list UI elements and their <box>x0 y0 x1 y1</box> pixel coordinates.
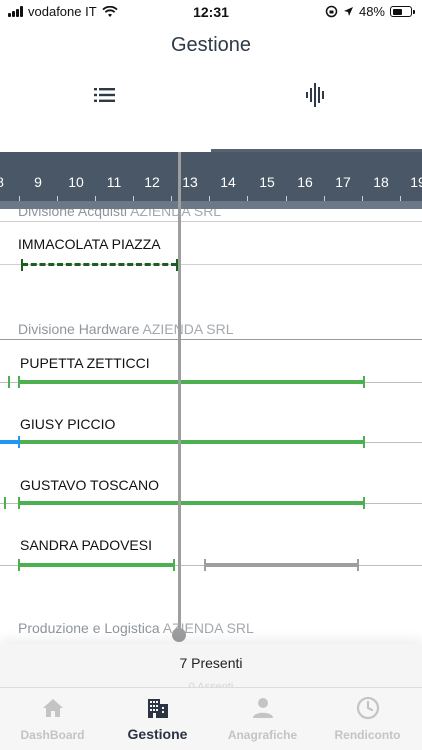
tab-rendiconto[interactable]: Rendiconto <box>315 696 420 742</box>
shift-end-marker <box>173 559 175 571</box>
tab-bar: DashBoard Gestione Anagrafiche Rendicont… <box>0 687 422 750</box>
waveform-icon <box>306 83 324 107</box>
division-name: Produzione e Logistica <box>18 620 160 636</box>
company-name: AZIENDA SRL <box>130 209 222 219</box>
divider <box>0 339 422 340</box>
tab-dashboard[interactable]: DashBoard <box>0 696 105 742</box>
half-hour-tick <box>57 196 58 201</box>
hour-label: 12 <box>144 174 160 190</box>
location-icon <box>343 7 353 16</box>
half-hour-tick <box>247 196 248 201</box>
building-icon <box>147 699 168 718</box>
tab-label: DashBoard <box>20 728 85 742</box>
person-icon <box>252 698 273 718</box>
battery-icon <box>390 6 415 17</box>
shift-end-marker <box>363 436 365 448</box>
shift-end-marker <box>357 559 359 571</box>
division-name: Divisione Acquisti <box>18 209 127 219</box>
hour-label: 9 <box>34 174 42 190</box>
page-title: Gestione <box>170 34 252 56</box>
half-hour-tick <box>209 196 210 201</box>
hour-label: 19 <box>410 174 422 190</box>
current-time-indicator <box>178 152 181 635</box>
shift-bar-previous[interactable] <box>0 440 18 444</box>
status-right: 48% <box>325 4 415 19</box>
timeline-view-button[interactable] <box>296 82 336 108</box>
employee-name[interactable]: GUSTAVO TOSCANO <box>20 477 159 493</box>
half-hour-tick <box>95 196 96 201</box>
hour-label: 17 <box>335 174 351 190</box>
shift-end-marker <box>363 376 365 388</box>
list-icon <box>94 88 115 102</box>
tab-label: Anagrafiche <box>227 728 298 742</box>
home-icon <box>42 699 63 717</box>
tab-label: Gestione <box>127 726 188 742</box>
shift-start-marker <box>18 559 20 571</box>
shift-start-marker <box>21 259 23 271</box>
shift-bar-planned[interactable] <box>205 563 358 567</box>
view-switcher <box>0 70 422 152</box>
hour-label: 13 <box>182 174 198 190</box>
present-count: 7 Presenti <box>179 655 243 671</box>
half-hour-tick <box>19 196 20 201</box>
shift-bar-planned[interactable] <box>22 263 177 266</box>
shift-start-marker <box>18 497 20 509</box>
half-hour-tick <box>362 196 363 201</box>
half-hour-tick <box>400 196 401 201</box>
time-ruler[interactable]: 8 9 10 11 12 13 14 15 16 17 18 19 <box>0 152 422 209</box>
half-hour-tick <box>286 196 287 201</box>
shift-bar[interactable] <box>18 563 174 567</box>
hour-label: 16 <box>297 174 313 190</box>
orientation-lock-icon <box>325 5 338 18</box>
hour-label: 11 <box>106 174 122 190</box>
shift-bar[interactable] <box>18 380 364 384</box>
shift-bar[interactable] <box>18 501 364 505</box>
hour-label: 15 <box>259 174 275 190</box>
employee-name[interactable]: IMMACOLATA PIAZZA <box>18 236 161 252</box>
divider <box>0 221 422 222</box>
status-bar: vodafone IT 12:31 48% <box>0 0 422 24</box>
tab-anagrafiche[interactable]: Anagrafiche <box>210 696 315 742</box>
clock-icon <box>356 696 379 720</box>
employee-name[interactable]: GIUSY PICCIO <box>20 416 115 432</box>
current-time-handle[interactable] <box>172 628 186 642</box>
shift-start-marker <box>4 497 6 509</box>
tab-label: Rendiconto <box>334 728 401 742</box>
hour-label: 8 <box>0 174 4 190</box>
hour-label: 10 <box>68 174 84 190</box>
attendance-summary: 7 Presenti 0 Assenti <box>0 644 422 693</box>
list-view-button[interactable] <box>85 82 125 108</box>
tab-gestione[interactable]: Gestione <box>105 696 210 742</box>
timeline-list[interactable]: Divisione Acquisti AZIENDA SRL IMMACOLAT… <box>0 209 422 687</box>
shift-start-marker <box>204 559 206 571</box>
half-hour-tick <box>324 196 325 201</box>
shift-start-marker <box>18 376 20 388</box>
battery-percent: 48% <box>358 4 385 19</box>
shift-start-marker <box>8 376 10 388</box>
shift-end-marker <box>363 497 365 509</box>
hour-label: 14 <box>220 174 236 190</box>
half-hour-tick <box>133 196 134 201</box>
ruler-strip <box>0 201 422 209</box>
half-hour-tick <box>171 196 172 201</box>
company-name: AZIENDA SRL <box>142 321 234 337</box>
employee-name[interactable]: SANDRA PADOVESI <box>20 537 152 553</box>
shift-bar[interactable] <box>20 440 364 444</box>
group-header: Divisione Acquisti AZIENDA SRL <box>18 209 221 219</box>
employee-name[interactable]: PUPETTA ZETTICCI <box>20 355 150 371</box>
division-name: Divisione Hardware <box>18 321 140 337</box>
hour-label: 18 <box>373 174 389 190</box>
group-header: Divisione Hardware AZIENDA SRL <box>18 321 234 337</box>
group-header: Produzione e Logistica AZIENDA SRL <box>18 620 254 636</box>
